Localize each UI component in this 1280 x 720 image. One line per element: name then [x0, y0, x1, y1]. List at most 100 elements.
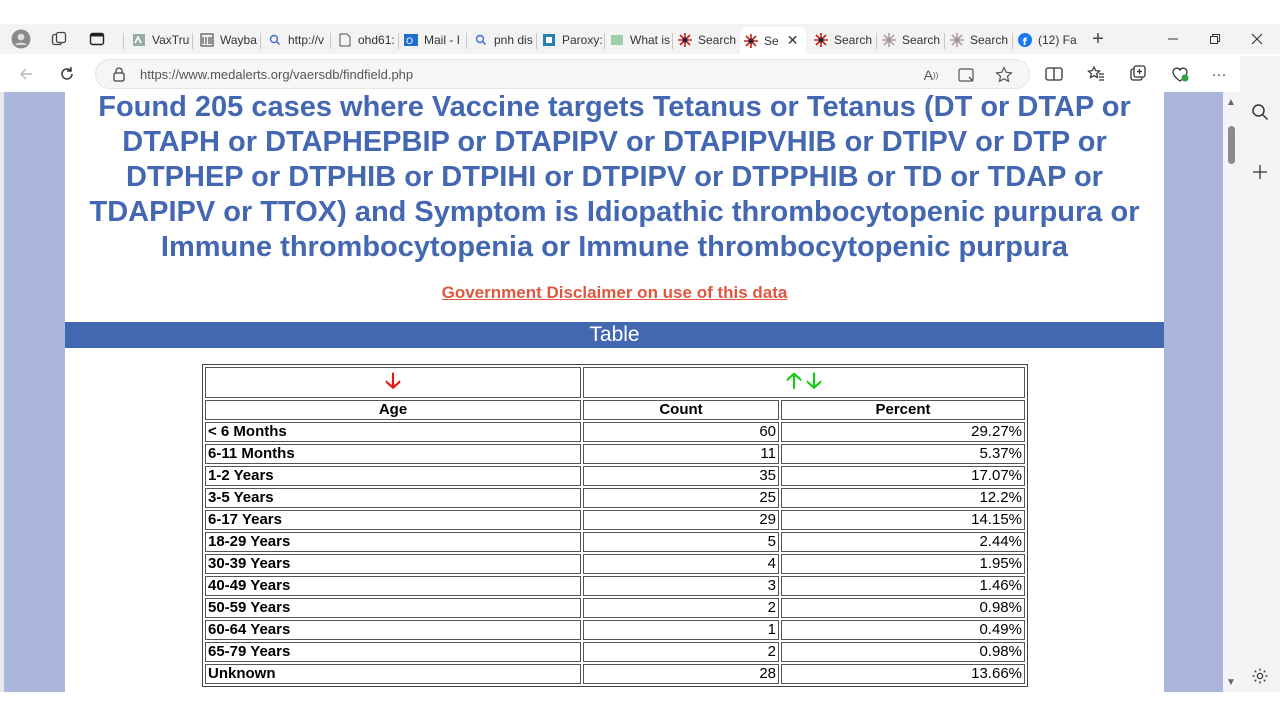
new-tab-button[interactable]: +	[1087, 27, 1109, 51]
tab-title: Search	[970, 33, 1009, 47]
tab-search-4[interactable]: Search	[946, 27, 1010, 53]
tab-title: Se	[764, 33, 779, 48]
tab-title: VaxTrut	[152, 33, 190, 47]
tab-paroxysmal[interactable]: Paroxy:	[538, 27, 602, 53]
tab-title: Paroxy:	[562, 33, 602, 47]
tab-wayback[interactable]: Wayba	[196, 27, 258, 53]
column-header-percent: Percent	[781, 400, 1025, 420]
outlook-favicon: O	[404, 33, 418, 47]
tab-actions-icon[interactable]	[82, 24, 112, 54]
search-favicon	[474, 33, 488, 47]
medalerts-favicon	[814, 33, 828, 47]
tab-http[interactable]: http://v	[264, 27, 328, 53]
count-cell: 2	[583, 642, 779, 662]
add-sidebar-app-icon[interactable]	[1248, 160, 1272, 184]
close-window-button[interactable]	[1236, 24, 1278, 54]
favorites-icon[interactable]	[1084, 62, 1108, 86]
count-cell: 4	[583, 554, 779, 574]
close-tab-icon[interactable]: ✕	[787, 32, 799, 49]
sort-down-arrow-icon[interactable]: 🡣	[385, 368, 401, 393]
table-row: 40-49 Years 3 1.46%	[205, 576, 1025, 596]
collections-icon[interactable]	[1126, 62, 1150, 86]
tab-active[interactable]: Se ✕	[740, 27, 806, 54]
count-cell: 11	[583, 444, 779, 464]
percent-cell: 29.27%	[781, 422, 1025, 442]
minimize-button[interactable]	[1152, 24, 1194, 54]
tab-title: What is	[630, 33, 670, 47]
percent-cell: 2.44%	[781, 532, 1025, 552]
back-button[interactable]	[12, 60, 40, 88]
split-screen-icon[interactable]	[1042, 62, 1066, 86]
count-cell: 29	[583, 510, 779, 530]
search-favicon	[268, 33, 282, 47]
browser-essentials-icon[interactable]	[1168, 62, 1192, 86]
tab-title: ohd61:	[358, 33, 395, 47]
scroll-down-arrow-icon[interactable]: ▼	[1226, 677, 1236, 688]
age-cell: 50-59 Years	[205, 598, 581, 618]
tab-search-1[interactable]: Search	[674, 27, 738, 53]
tab-title: Mail - I	[424, 33, 460, 47]
tab-vaxtruth[interactable]: VaxTrut	[128, 27, 190, 53]
svg-text:f: f	[1023, 37, 1028, 47]
count-cell: 35	[583, 466, 779, 486]
refresh-button[interactable]	[53, 60, 81, 88]
facebook-favicon: f	[1018, 33, 1032, 47]
tab-search-3[interactable]: Search	[878, 27, 942, 53]
tab-facebook[interactable]: f (12) Fa	[1014, 27, 1080, 53]
favorite-star-icon[interactable]	[993, 64, 1015, 86]
tab-title: pnh dis	[494, 33, 533, 47]
lock-icon[interactable]	[112, 66, 128, 82]
profile-avatar-icon[interactable]	[6, 24, 36, 54]
percent-cell: 0.98%	[781, 598, 1025, 618]
table-row: 30-39 Years 4 1.95%	[205, 554, 1025, 574]
count-cell: 60	[583, 422, 779, 442]
wayback-favicon	[200, 33, 214, 47]
percent-cell: 1.46%	[781, 576, 1025, 596]
sort-down-arrow-icon[interactable]: 🡣	[806, 368, 822, 393]
vertical-scrollbar[interactable]: ▲ ▼	[1223, 92, 1240, 692]
tab-what-is[interactable]: What is	[606, 27, 670, 53]
table-row: 65-79 Years 2 0.98%	[205, 642, 1025, 662]
sidebar-settings-gear-icon[interactable]	[1248, 664, 1272, 688]
percent-cell: 5.37%	[781, 444, 1025, 464]
scroll-up-arrow-icon[interactable]: ▲	[1226, 97, 1236, 108]
age-cell: 6-17 Years	[205, 510, 581, 530]
restore-button[interactable]	[1194, 24, 1236, 54]
table-row: 18-29 Years 5 2.44%	[205, 532, 1025, 552]
government-disclaimer-link[interactable]: Government Disclaimer on use of this dat…	[65, 283, 1164, 303]
count-cell: 3	[583, 576, 779, 596]
scrollbar-thumb[interactable]	[1228, 126, 1235, 164]
age-cell: Unknown	[205, 664, 581, 684]
tab-search-2[interactable]: Search	[810, 27, 874, 53]
sort-row: 🡣 🡡 🡣	[205, 367, 1025, 398]
medalerts-favicon	[882, 33, 896, 47]
table-row: 60-64 Years 1 0.49%	[205, 620, 1025, 640]
tab-title: http://v	[288, 33, 325, 47]
sort-up-arrow-icon[interactable]: 🡡	[786, 368, 802, 393]
age-sort-cell: 🡣	[205, 367, 581, 398]
vaxtruth-favicon	[132, 33, 146, 47]
age-cell: 3-5 Years	[205, 488, 581, 508]
table-header-row: Age Count Percent	[205, 400, 1025, 420]
percent-cell: 1.95%	[781, 554, 1025, 574]
table-row: 1-2 Years 35 17.07%	[205, 466, 1025, 486]
tab-mail[interactable]: O Mail - I	[400, 27, 464, 53]
settings-more-icon[interactable]: ···	[1207, 62, 1231, 86]
percent-cell: 0.49%	[781, 620, 1025, 640]
percent-cell: 12.2%	[781, 488, 1025, 508]
search-icon[interactable]	[1248, 100, 1272, 124]
tab-ohd[interactable]: ohd61:	[334, 27, 396, 53]
tab-pnh[interactable]: pnh dis	[470, 27, 534, 53]
immersive-reader-icon[interactable]	[956, 64, 978, 86]
read-aloud-icon[interactable]: A))	[920, 64, 942, 86]
table-row: Unknown 28 13.66%	[205, 664, 1025, 684]
workspaces-icon[interactable]	[44, 24, 74, 54]
age-cell: 1-2 Years	[205, 466, 581, 486]
count-cell: 28	[583, 664, 779, 684]
page-content: Found 205 cases where Vaccine targets Te…	[65, 92, 1164, 692]
table-row: 3-5 Years 25 12.2%	[205, 488, 1025, 508]
medalerts-favicon	[744, 33, 758, 48]
url-text[interactable]: https://www.medalerts.org/vaersdb/findfi…	[140, 67, 413, 82]
edge-sidebar	[1240, 56, 1280, 692]
address-bar[interactable]: https://www.medalerts.org/vaersdb/findfi…	[95, 59, 1030, 89]
